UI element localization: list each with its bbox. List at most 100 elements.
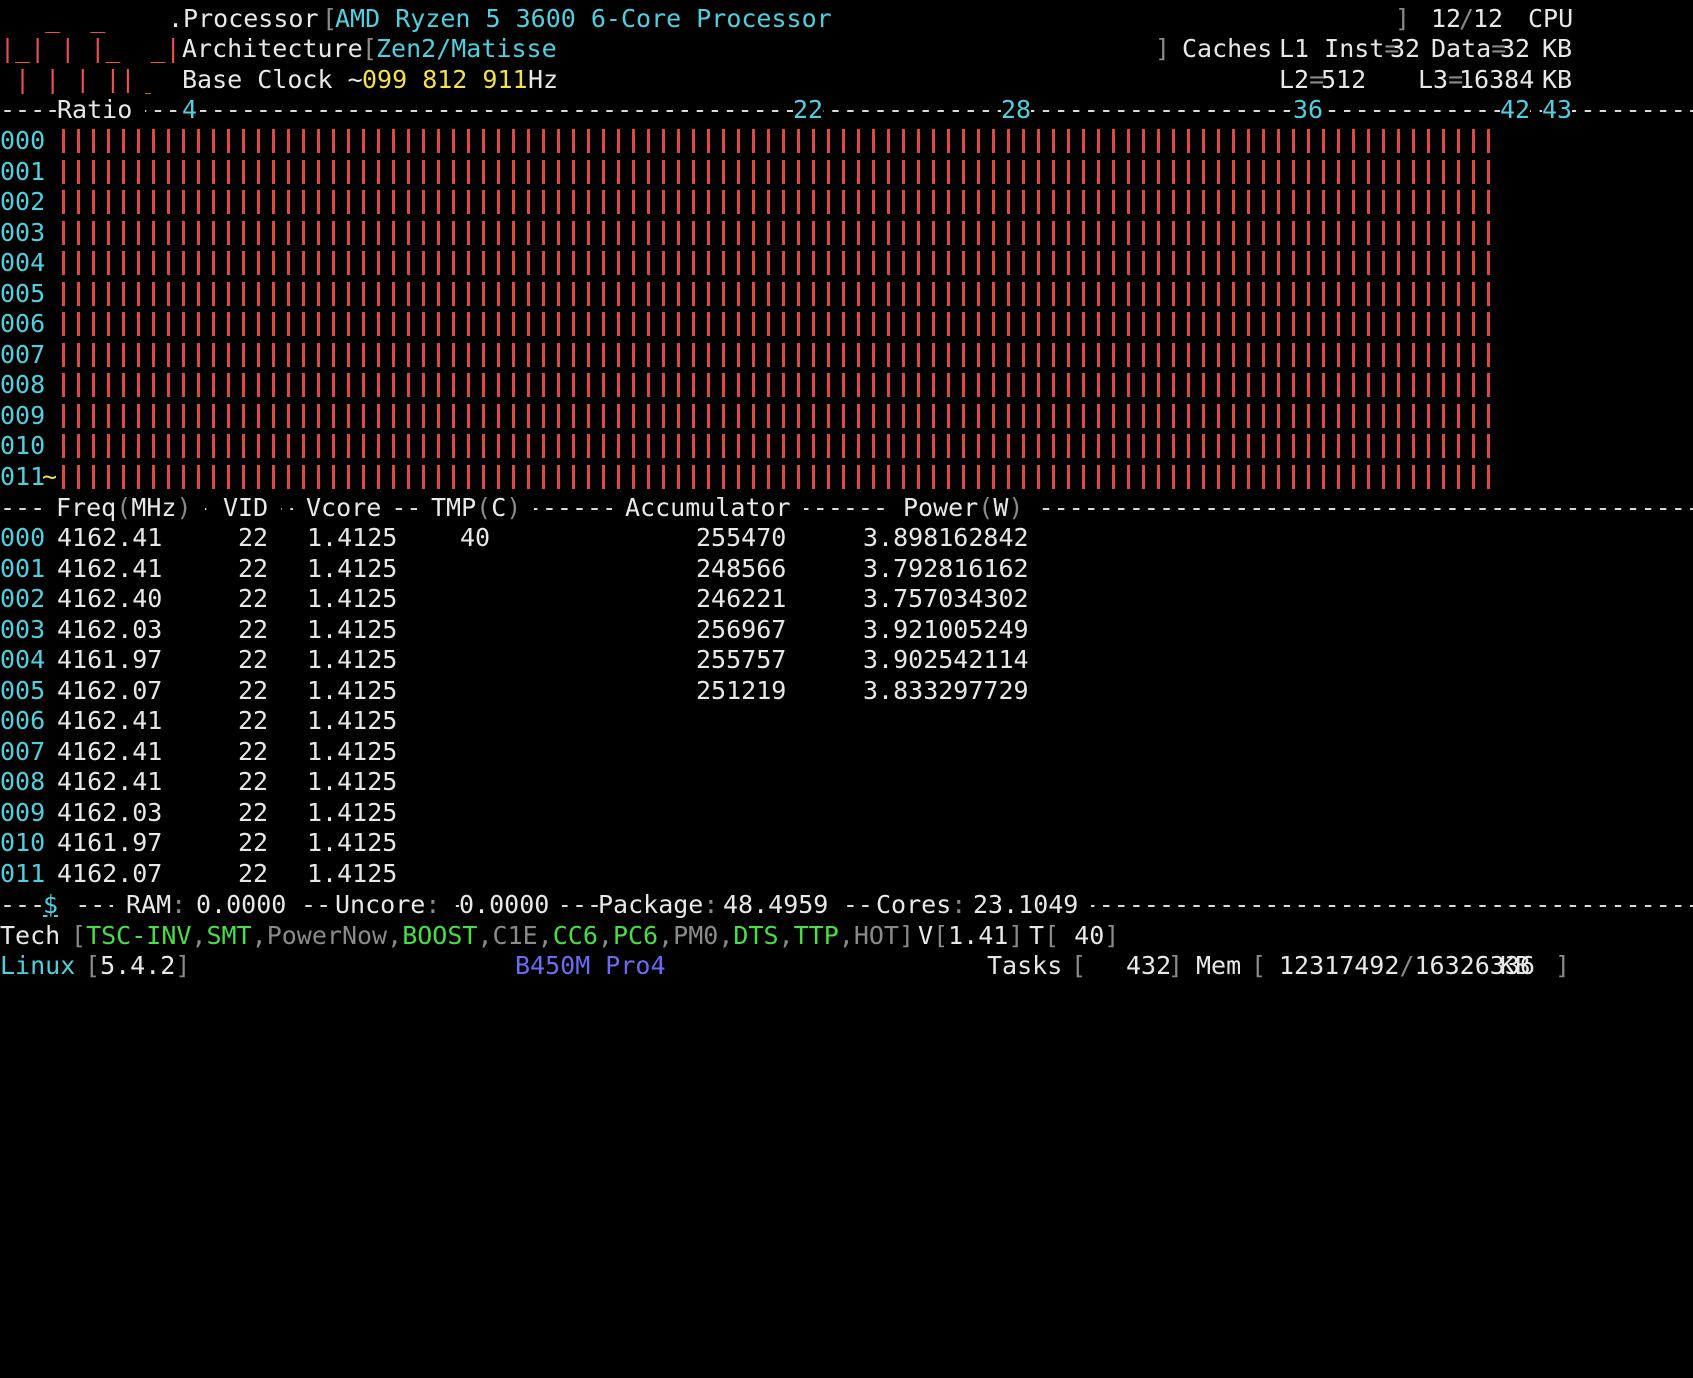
core-id: 007 xyxy=(0,736,46,766)
accumulator-value: 255470 xyxy=(696,523,787,552)
power-summary: ----------------------------------------… xyxy=(0,888,1693,921)
ratio-tick-43: 43 xyxy=(1542,93,1573,126)
dollar-toggle[interactable]: $ xyxy=(43,888,72,921)
core-id: 006 xyxy=(0,309,46,338)
core-id: 005 xyxy=(0,278,46,308)
tech-line: Tech [TSC-INV,SMT,PowerNow,BOOST,C1E,CC6… xyxy=(0,921,1120,950)
power-value: 3.833297729 xyxy=(863,675,1029,705)
package-value: 48.4959 xyxy=(723,888,842,921)
accumulator-value: 255757 xyxy=(696,645,787,674)
accumulator-value: 251219 xyxy=(696,675,787,705)
core-id: 001 xyxy=(0,156,46,186)
l2-size: 512 xyxy=(1321,65,1367,94)
core-id: 009 xyxy=(0,797,46,827)
vcore-value: 1.4125 xyxy=(307,645,398,674)
ratio-bar xyxy=(62,373,1493,397)
freq-value: 4162.41 xyxy=(57,767,163,796)
ratio-header: ----------------------------------------… xyxy=(0,93,1693,126)
power-header: Power xyxy=(903,493,979,522)
core-id: 007 xyxy=(0,339,46,369)
ratio-label: Ratio xyxy=(57,93,146,126)
freq-value: 4161.97 xyxy=(57,645,163,674)
tech-label: Tech xyxy=(0,921,61,950)
voltage-label: V xyxy=(918,921,934,950)
cores-label: Cores xyxy=(876,890,952,919)
power-value: 3.792816162 xyxy=(863,553,1029,583)
footer-line: Linux [5.4.2] B450M Pro4 Tasks [ 432 ] M… xyxy=(0,951,1571,980)
cpu-total-count: 12 xyxy=(1473,4,1504,33)
ratio-row: 009 xyxy=(0,399,1693,432)
architecture-line: |_| | |_ _| Architecture [ Zen2/Matisse … xyxy=(0,34,1573,63)
board-name: B450M Pro4 xyxy=(515,951,666,980)
ratio-bar xyxy=(62,220,1493,245)
l3-size: 16384 xyxy=(1459,65,1535,94)
tech-flag: HOT xyxy=(853,921,899,950)
logo-line-3: | | |_||_ xyxy=(0,65,166,94)
vid-value: 22 xyxy=(238,675,269,705)
ratio-tick-22: 22 xyxy=(793,93,824,126)
ratio-tick-4: 4 xyxy=(182,93,198,126)
kernel-version: 5.4.2 xyxy=(100,951,176,980)
base-clock-value: 099 812 911 xyxy=(362,65,528,94)
package-label: Package xyxy=(598,890,704,919)
table-row: 007 4162.41 22 1.4125 xyxy=(0,735,1693,768)
temp-label: T xyxy=(1029,921,1045,950)
table-row: 006 4162.41 22 1.4125 xyxy=(0,704,1693,737)
ratio-bar xyxy=(62,434,1493,458)
ratio-row: 002 xyxy=(0,185,1693,218)
cache-unit-2: KB xyxy=(1542,65,1573,94)
ratio-row: 005 xyxy=(0,277,1693,310)
caches-label: Caches xyxy=(1182,34,1273,63)
l1-data: 32 xyxy=(1500,34,1531,63)
mem-used: 12317492 xyxy=(1279,951,1400,980)
ratio-row: 003 xyxy=(0,216,1693,249)
vid-value: 22 xyxy=(238,797,269,827)
core-id: 006 xyxy=(0,706,46,735)
accumulator-value: 256967 xyxy=(696,614,787,644)
freq-value: 4162.03 xyxy=(57,797,163,827)
processor-line: _ _ .Processor [ AMD Ryzen 5 3600 6-Core… xyxy=(0,4,1574,33)
vid-value: 22 xyxy=(238,736,269,766)
table-row: 005 4162.07 22 1.4125 251219 3.833297729 xyxy=(0,674,1693,707)
logo-line-1: _ _ xyxy=(0,4,121,33)
freq-value: 4162.41 xyxy=(57,706,163,735)
ratio-bar xyxy=(62,251,1493,275)
temp-value: 40 xyxy=(1059,921,1105,950)
table-row: 000 4162.41 22 1.4125 40 255470 3.898162842 xyxy=(0,521,1693,554)
core-id: 008 xyxy=(0,767,46,796)
ratio-bar xyxy=(62,464,1493,489)
tech-flag: DTS xyxy=(733,921,779,950)
vcore-header: Vcore xyxy=(293,491,395,524)
power-value: 3.921005249 xyxy=(863,614,1029,644)
voltage-value: 1.41 xyxy=(948,921,1009,950)
core-id: 001 xyxy=(0,553,46,583)
vid-value: 22 xyxy=(238,523,269,552)
freq-value: 4162.41 xyxy=(57,736,163,766)
tech-flag: SMT xyxy=(206,921,252,950)
ratio-row: 007 xyxy=(0,338,1693,371)
table-row: 010 4161.97 22 1.4125 xyxy=(0,826,1693,859)
table-row: 008 4162.41 22 1.4125 xyxy=(0,765,1693,798)
core-id: 008 xyxy=(0,370,46,399)
table-row: 009 4162.03 22 1.4125 xyxy=(0,796,1693,829)
ratio-bar xyxy=(62,159,1493,184)
processor-value: AMD Ryzen 5 3600 6-Core Processor xyxy=(335,4,832,33)
ram-label: RAM xyxy=(126,890,172,919)
freq-header: Freq xyxy=(56,493,117,522)
mem-unit: KB xyxy=(1500,951,1531,980)
mem-label: Mem xyxy=(1196,951,1242,980)
cpu-unit: CPU xyxy=(1528,4,1574,33)
vid-value: 22 xyxy=(238,706,269,735)
core-id: 010 xyxy=(0,828,46,857)
tmp-header: TMP xyxy=(431,493,477,522)
processor-label: .Processor xyxy=(168,4,319,33)
vcore-value: 1.4125 xyxy=(307,767,398,796)
vcore-value: 1.4125 xyxy=(307,797,398,827)
accumulator-value: 246221 xyxy=(696,584,787,613)
ratio-row: 001 xyxy=(0,155,1693,188)
table-row: 004 4161.97 22 1.4125 255757 3.902542114 xyxy=(0,643,1693,676)
ratio-tick-36: 36 xyxy=(1293,93,1324,126)
ratio-bar xyxy=(62,342,1493,367)
vcore-value: 1.4125 xyxy=(307,553,398,583)
table-header: ----------------------------------------… xyxy=(0,491,1693,524)
